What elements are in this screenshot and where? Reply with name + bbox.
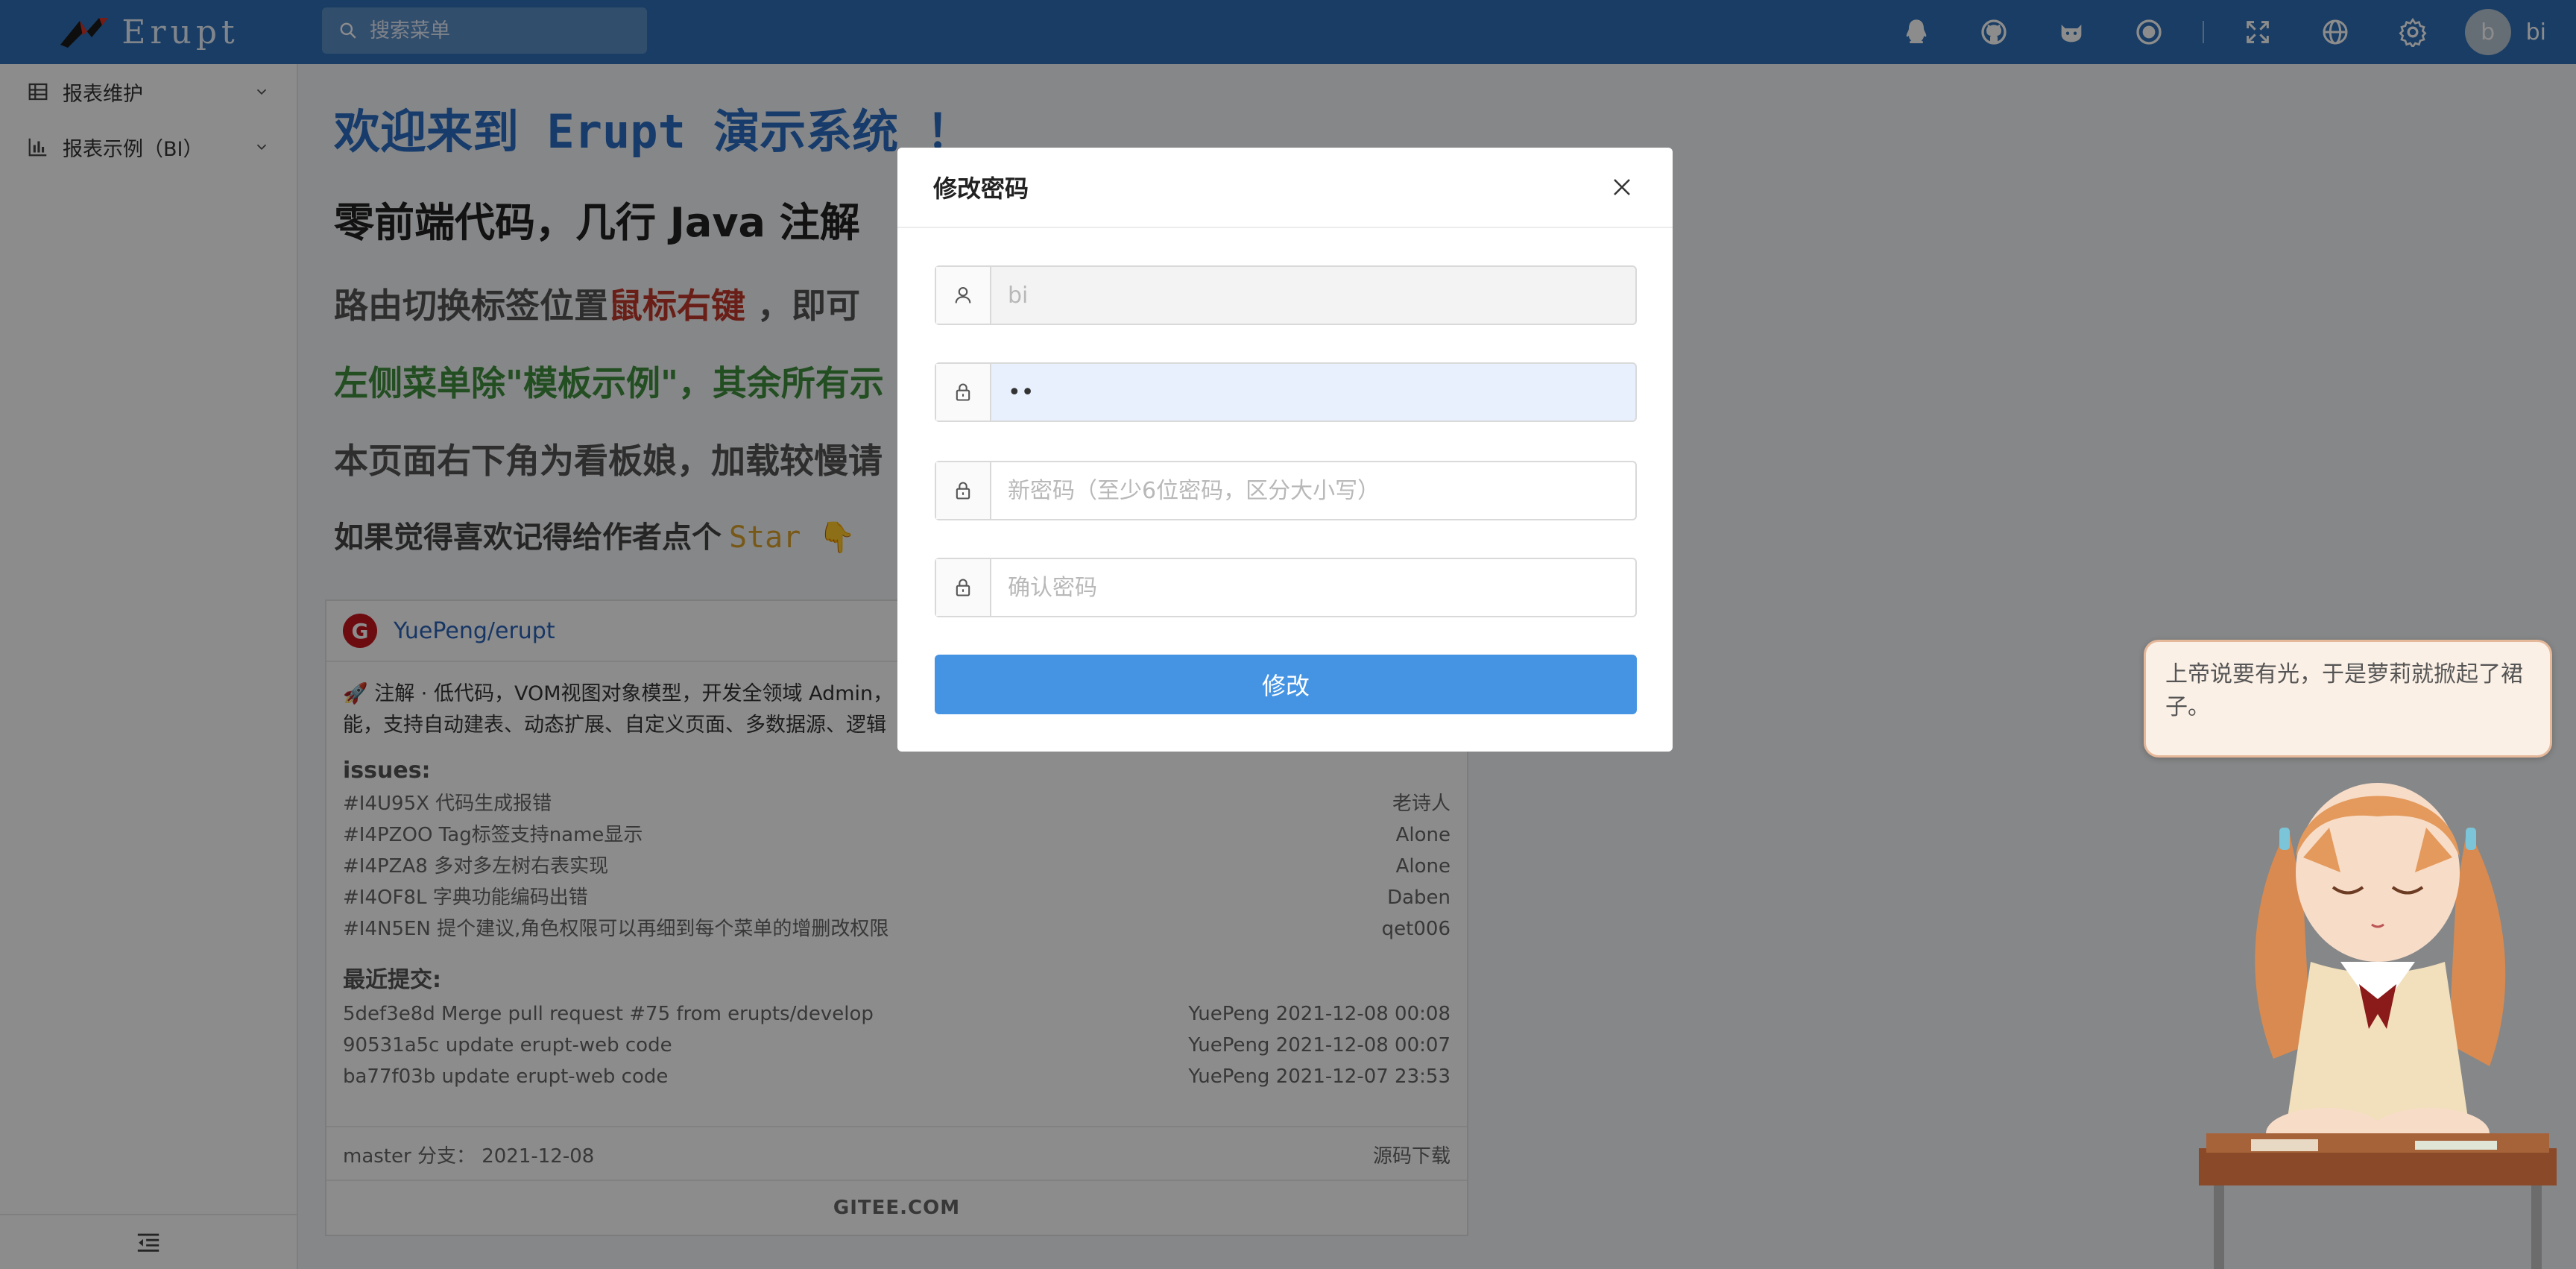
- change-password-modal: 修改密码 bi •• 新密码（至少6位密码，区分大小写） 确认密码 修改: [897, 148, 1673, 752]
- user-addon: [936, 267, 991, 324]
- lock-icon: [956, 383, 970, 401]
- username-field: [935, 265, 1637, 325]
- mascot-character[interactable]: [2191, 746, 2564, 1269]
- lock-addon: [936, 462, 991, 519]
- close-button[interactable]: [1607, 172, 1637, 202]
- confirm-password-field[interactable]: [935, 558, 1637, 617]
- old-password-field[interactable]: [935, 362, 1637, 422]
- new-password-field[interactable]: [935, 461, 1637, 520]
- old-password-input[interactable]: [991, 364, 1635, 421]
- lock-addon: [936, 364, 991, 421]
- mascot-speech-bubble: 上帝说要有光，于是萝莉就掀起了裙子。: [2144, 640, 2552, 758]
- modal-title: 修改密码: [933, 174, 1029, 203]
- user-icon: [955, 287, 971, 303]
- modal-header: 修改密码: [897, 148, 1673, 228]
- lock-addon: [936, 559, 991, 616]
- close-icon: [1614, 179, 1630, 195]
- lock-icon: [956, 579, 970, 596]
- new-password-input[interactable]: [991, 462, 1635, 519]
- confirm-password-input[interactable]: [991, 559, 1635, 616]
- submit-button[interactable]: 修改: [935, 655, 1637, 714]
- username-input: [991, 267, 1635, 324]
- lock-icon: [956, 482, 970, 500]
